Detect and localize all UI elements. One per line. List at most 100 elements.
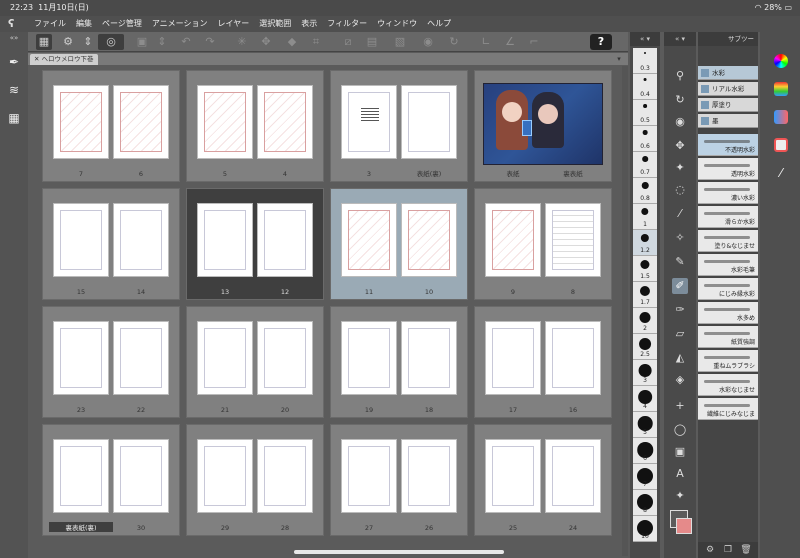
- page-thumbnail[interactable]: [53, 439, 109, 513]
- brush-size-option[interactable]: 0.8: [633, 178, 657, 204]
- transform-icon[interactable]: ✥: [258, 34, 274, 50]
- app-logo-icon[interactable]: ʕ: [8, 18, 20, 30]
- copy-icon[interactable]: ❐: [722, 544, 734, 556]
- brush-size-option[interactable]: 2: [633, 308, 657, 334]
- menu-help[interactable]: ヘルプ: [427, 16, 451, 32]
- page-thumbnail[interactable]: [545, 321, 601, 395]
- grid-scrollbar[interactable]: [622, 66, 628, 556]
- brush-preset[interactable]: 繊維にじみなじま: [698, 398, 758, 420]
- page-thumbnail[interactable]: [545, 203, 601, 277]
- figure-icon[interactable]: +: [672, 398, 688, 414]
- page-thumbnail[interactable]: [545, 439, 601, 513]
- undo-icon[interactable]: ↶: [178, 34, 194, 50]
- brush-size-option[interactable]: 7: [633, 464, 657, 490]
- spread-25-24[interactable]: 25 24: [474, 424, 612, 536]
- save-icon[interactable]: ▣: [134, 34, 150, 50]
- page-thumbnail[interactable]: [401, 85, 457, 159]
- brush-size-option[interactable]: 10: [633, 516, 657, 542]
- spread-7-6[interactable]: 7 6: [42, 70, 180, 182]
- sub-tool-header[interactable]: サブツー: [698, 32, 758, 46]
- page-thumbnail[interactable]: [53, 203, 109, 277]
- page-thumbnail[interactable]: [401, 203, 457, 277]
- page-thumbnail[interactable]: [401, 321, 457, 395]
- spread-27-26[interactable]: 27 26: [330, 424, 468, 536]
- rotate-view-icon[interactable]: ↻: [672, 92, 688, 108]
- spread-9-8[interactable]: 9 8: [474, 188, 612, 300]
- page-thumbnail[interactable]: [257, 203, 313, 277]
- page-thumbnail[interactable]: [53, 321, 109, 395]
- help-button[interactable]: ?: [590, 34, 612, 50]
- spread-3-cover-back[interactable]: 3 表紙(裏): [330, 70, 468, 182]
- brush-size-option[interactable]: 1.2: [633, 230, 657, 256]
- spread-17-16[interactable]: 17 16: [474, 306, 612, 418]
- spread-23-22[interactable]: 23 22: [42, 306, 180, 418]
- spread-29-28[interactable]: 29 28: [186, 424, 324, 536]
- page-thumbnail[interactable]: [197, 439, 253, 513]
- menu-window[interactable]: ウィンドウ: [377, 16, 417, 32]
- brush-size-option[interactable]: 0.6: [633, 126, 657, 152]
- spread-cover[interactable]: 表紙 裏表紙: [474, 70, 612, 182]
- eraser-icon[interactable]: ▱: [672, 326, 688, 342]
- page-thumbnail[interactable]: [341, 439, 397, 513]
- brush-size-option[interactable]: 6: [633, 438, 657, 464]
- select-icon[interactable]: ✦: [672, 160, 688, 176]
- settings-icon[interactable]: ⚙: [704, 544, 716, 556]
- zoom-stepper-icon[interactable]: ⇕: [80, 34, 96, 50]
- trash-icon[interactable]: 🗑: [740, 544, 752, 556]
- brush-preset[interactable]: 水彩毛筆: [698, 254, 758, 276]
- collapse-arrows-icon[interactable]: «»: [0, 34, 28, 42]
- film-tool-icon[interactable]: ▦: [6, 110, 22, 126]
- page-thumbnail[interactable]: [341, 85, 397, 159]
- group-real-watercolor[interactable]: リアル水彩: [698, 82, 758, 96]
- page-thumbnail[interactable]: [197, 203, 253, 277]
- brush-size-option[interactable]: 5: [633, 412, 657, 438]
- brush-preset[interactable]: 水彩なじませ: [698, 374, 758, 396]
- gradient-icon[interactable]: ▤: [364, 34, 380, 50]
- brush-preset[interactable]: 透明水彩: [698, 158, 758, 180]
- crop-icon[interactable]: ⌗: [308, 34, 324, 50]
- frame-icon[interactable]: ◯: [672, 422, 688, 438]
- page-thumbnail[interactable]: [197, 321, 253, 395]
- brush-preset[interactable]: にじみ縁水彩: [698, 278, 758, 300]
- page-thumbnail[interactable]: [113, 439, 169, 513]
- menu-file[interactable]: ファイル: [34, 16, 66, 32]
- balloon-icon[interactable]: ✦: [672, 488, 688, 504]
- page-arrow-icon[interactable]: ⇕: [154, 34, 170, 50]
- fill-icon[interactable]: ◆: [284, 34, 300, 50]
- corner-icon[interactable]: ⌐: [526, 34, 542, 50]
- group-watercolor[interactable]: 水彩: [698, 66, 758, 80]
- spring-tool-icon[interactable]: ≋: [6, 82, 22, 98]
- page-thumbnail[interactable]: [53, 85, 109, 159]
- close-tab-icon[interactable]: ✕: [34, 55, 39, 63]
- menu-animation[interactable]: アニメーション: [152, 16, 208, 32]
- brush-size-option[interactable]: 0.5: [633, 100, 657, 126]
- rotate-icon[interactable]: ↻: [446, 34, 462, 50]
- page-thumbnail[interactable]: [485, 439, 541, 513]
- cover-illustration[interactable]: [483, 83, 603, 165]
- brush-size-option[interactable]: 0.4: [633, 74, 657, 100]
- menu-page[interactable]: ページ管理: [102, 16, 142, 32]
- spread-21-20[interactable]: 21 20: [186, 306, 324, 418]
- angle2-icon[interactable]: ∠: [502, 34, 518, 50]
- brush-size-option[interactable]: 3: [633, 360, 657, 386]
- pen-tool-icon[interactable]: ✒: [6, 54, 22, 70]
- blend-icon[interactable]: ◈: [672, 372, 688, 388]
- brush-preset[interactable]: 水多め: [698, 302, 758, 324]
- brush-size-option[interactable]: 4: [633, 386, 657, 412]
- page-thumbnail[interactable]: [113, 203, 169, 277]
- brush-preset[interactable]: 重ねムラブラシ: [698, 350, 758, 372]
- page-thumbnail[interactable]: [113, 85, 169, 159]
- brush-preset[interactable]: 濃い水彩: [698, 182, 758, 204]
- brush-size-option[interactable]: 0.7: [633, 152, 657, 178]
- page-settings-icon[interactable]: ⚙: [60, 34, 76, 50]
- angle-icon[interactable]: ∟: [478, 34, 494, 50]
- page-thumbnail[interactable]: [257, 439, 313, 513]
- zoom-icon[interactable]: ⚲: [672, 68, 688, 84]
- brush-size-option[interactable]: 1.5: [633, 256, 657, 282]
- page-thumbnail[interactable]: [485, 321, 541, 395]
- lasso-icon[interactable]: ⧄: [340, 34, 356, 50]
- layer-icon[interactable]: [774, 110, 788, 124]
- redo-icon[interactable]: ↷: [202, 34, 218, 50]
- eyedropper-panel-icon[interactable]: ⁄: [774, 166, 788, 180]
- brush-size-option[interactable]: 1: [633, 204, 657, 230]
